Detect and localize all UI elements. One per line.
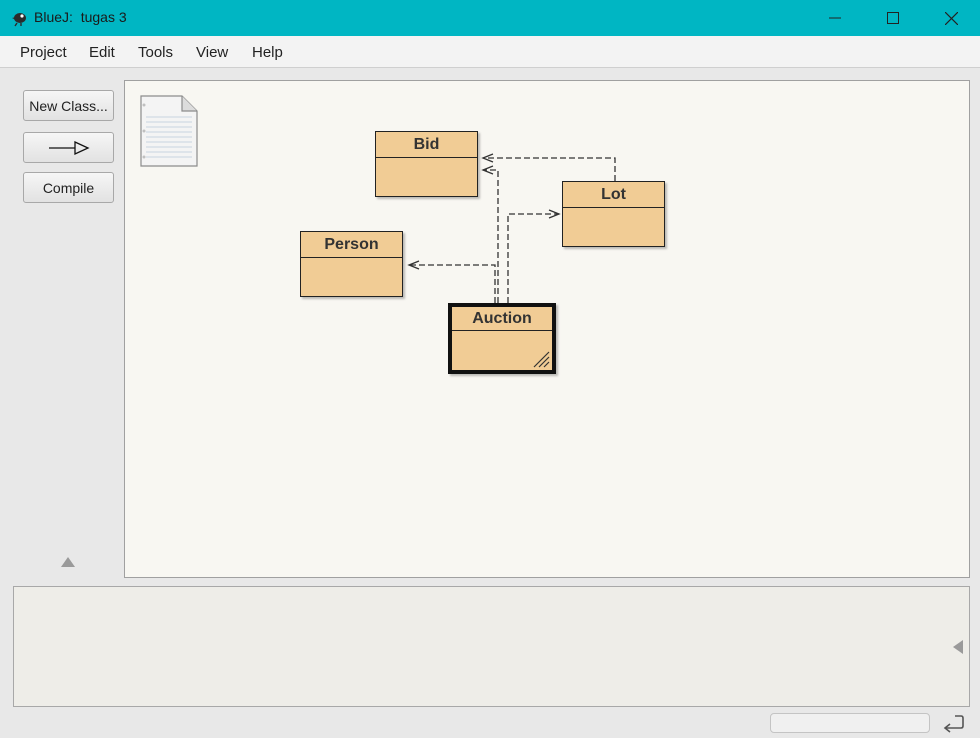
- window-title: BlueJ: tugas 3: [34, 9, 127, 25]
- class-bid-name: Bid: [376, 132, 477, 158]
- class-auction[interactable]: Auction: [448, 303, 556, 374]
- new-class-button[interactable]: New Class...: [23, 90, 114, 121]
- inheritance-arrow-icon: [48, 140, 90, 155]
- expand-left-icon[interactable]: [953, 640, 963, 654]
- class-person[interactable]: Person: [300, 231, 403, 297]
- menu-view[interactable]: View: [196, 44, 228, 61]
- menu-help[interactable]: Help: [252, 44, 283, 61]
- maximize-icon: [887, 12, 899, 24]
- menu-tools[interactable]: Tools: [138, 44, 173, 61]
- close-icon: [944, 11, 958, 25]
- inheritance-arrow-button[interactable]: [23, 132, 114, 163]
- title-bar: BlueJ: tugas 3: [0, 0, 980, 36]
- close-button[interactable]: [922, 0, 980, 36]
- class-bid[interactable]: Bid: [375, 131, 478, 197]
- maximize-button[interactable]: [864, 0, 922, 36]
- menu-project[interactable]: Project: [20, 44, 67, 61]
- line-wrap-icon[interactable]: [941, 713, 965, 735]
- minimize-button[interactable]: [806, 0, 864, 36]
- menu-bar: Project Edit Tools View Help: [0, 36, 980, 68]
- bluej-app-icon: [12, 13, 26, 27]
- class-auction-name: Auction: [452, 307, 552, 331]
- minimize-icon: [829, 17, 841, 19]
- class-lot[interactable]: Lot: [562, 181, 665, 247]
- output-panel[interactable]: [13, 586, 970, 707]
- class-person-name: Person: [301, 232, 402, 258]
- resize-handle-icon[interactable]: [530, 348, 550, 368]
- collapse-up-icon[interactable]: [61, 557, 75, 567]
- status-field: [770, 713, 930, 733]
- menu-edit[interactable]: Edit: [89, 44, 115, 61]
- class-diagram-canvas[interactable]: Bid Lot Person Auction: [124, 80, 970, 578]
- class-lot-name: Lot: [563, 182, 664, 208]
- readme-document-icon[interactable]: [140, 95, 198, 167]
- compile-button[interactable]: Compile: [23, 172, 114, 203]
